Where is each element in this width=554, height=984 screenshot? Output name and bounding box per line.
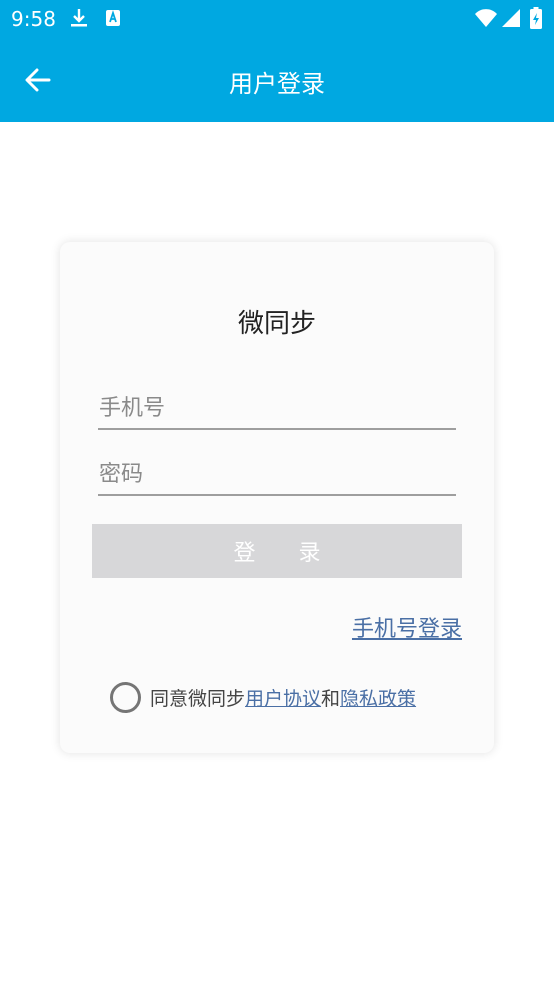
wifi-icon [475,9,497,31]
phone-input[interactable] [98,388,456,428]
user-agreement-link[interactable]: 用户协议 [245,684,321,711]
download-icon [70,8,88,32]
password-field [98,454,456,496]
cell-signal-icon [502,9,520,31]
phone-field [98,388,456,430]
login-card: 微同步 登 录 手机号登录 同意微同步 用户协议 和 隐私政策 [60,242,494,753]
privacy-policy-link[interactable]: 隐私政策 [340,684,416,711]
phone-login-link[interactable]: 手机号登录 [352,611,462,643]
agree-radio[interactable] [110,681,141,713]
battery-charging-icon [530,7,542,33]
agreement-row: 同意微同步 用户协议 和 隐私政策 [110,680,416,714]
status-time: 9:58 [11,7,56,31]
app-bar: 用户登录 [0,38,554,122]
agree-text: 同意微同步 [150,687,246,710]
status-bar: 9:58 [0,0,554,38]
password-input[interactable] [98,454,456,494]
app-brand-title: 微同步 [237,309,316,339]
agree-and-text: 和 [321,687,341,710]
login-button[interactable]: 登 录 [92,524,462,578]
page-title: 用户登录 [229,70,325,98]
app-notification-icon [105,8,121,32]
